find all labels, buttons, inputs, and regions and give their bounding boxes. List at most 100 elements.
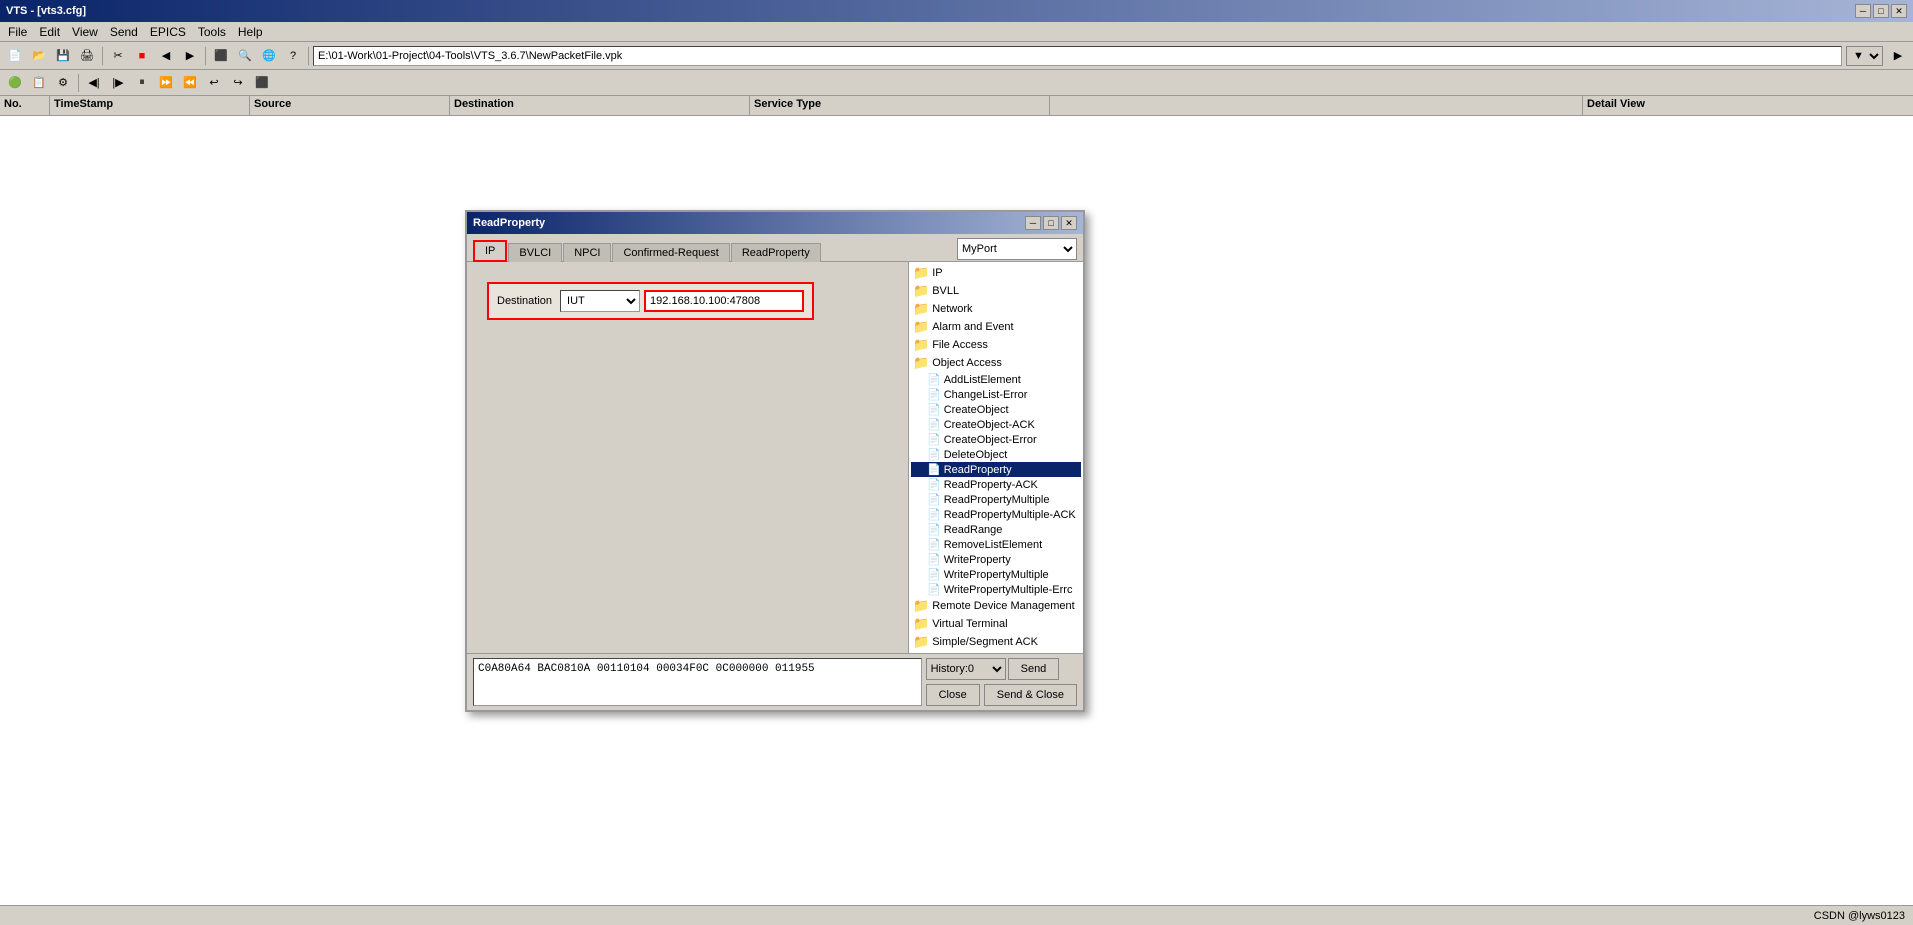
tb2-btn3[interactable]: ⚙ (52, 72, 74, 94)
dialog-bottom: C0A80A64 BAC0810A 00110104 00034F0C 0C00… (467, 653, 1083, 710)
table-header: No. TimeStamp Source Destination Service… (0, 96, 1913, 116)
tree-item[interactable]: 📁Simple/Segment ACK (911, 633, 1081, 651)
tree-item[interactable]: 📄CreateObject-ACK (911, 417, 1081, 432)
tb2-btn5[interactable]: |▶ (107, 72, 129, 94)
tree-item[interactable]: 📄ReadRange (911, 522, 1081, 537)
bottom-right-actions: History:0 Send Close Send & Close (926, 658, 1077, 706)
sep1 (102, 47, 103, 65)
help-btn[interactable]: ? (282, 45, 304, 67)
tb2-btn1[interactable]: 🟢 (4, 72, 26, 94)
minimize-button[interactable]: ─ (1855, 4, 1871, 18)
tab-npci[interactable]: NPCI (563, 243, 611, 262)
menu-send[interactable]: Send (104, 23, 144, 41)
dialog-maximize[interactable]: □ (1043, 216, 1059, 230)
tree-item[interactable]: 📁BVLL (911, 282, 1081, 300)
col-header-dst: Destination (450, 96, 750, 115)
new-btn[interactable]: 📄 (4, 45, 26, 67)
status-watermark: CSDN @lyws0123 (1814, 910, 1905, 922)
close-button[interactable]: Close (926, 684, 980, 706)
address-input[interactable] (313, 46, 1842, 66)
tb2-btn9[interactable]: ↩ (203, 72, 225, 94)
tree-item[interactable]: 📄ReadPropertyMultiple (911, 492, 1081, 507)
tree-item[interactable]: 📁Remote Device Management (911, 597, 1081, 615)
history-select[interactable]: History:0 (926, 658, 1006, 680)
destination-type-select[interactable]: IUT (560, 290, 640, 312)
tb2-btn11[interactable]: ⬛ (251, 72, 273, 94)
tree-item[interactable]: 📁Network (911, 300, 1081, 318)
menu-bar: File Edit View Send EPICS Tools Help (0, 22, 1913, 42)
app-title: VTS - [vts3.cfg] (6, 5, 86, 17)
title-bar: VTS - [vts3.cfg] ─ □ ✕ (0, 0, 1913, 22)
maximize-button[interactable]: □ (1873, 4, 1889, 18)
tab-ip[interactable]: IP (473, 240, 507, 262)
tb2-btn2[interactable]: 📋 (28, 72, 50, 94)
stop-btn[interactable]: ■ (131, 45, 153, 67)
dialog-tabs: IP BVLCI NPCI Confirmed-Request ReadProp… (473, 240, 821, 261)
close-button[interactable]: ✕ (1891, 4, 1907, 18)
tab-bvlci[interactable]: BVLCI (508, 243, 562, 262)
status-bar: CSDN @lyws0123 (0, 905, 1913, 925)
dialog-close[interactable]: ✕ (1061, 216, 1077, 230)
tb2-btn8[interactable]: ⏪ (179, 72, 201, 94)
network-btn[interactable]: 🌐 (258, 45, 280, 67)
tree-item[interactable]: 📄CreateObject (911, 402, 1081, 417)
dialog-minimize[interactable]: ─ (1025, 216, 1041, 230)
tree-item[interactable]: 📄CreateObject-Error (911, 432, 1081, 447)
tree-item[interactable]: 📄WritePropertyMultiple (911, 567, 1081, 582)
col-header-rest (1050, 96, 1583, 115)
tree-item[interactable]: 📄ReadProperty (911, 462, 1081, 477)
tree-item[interactable]: 📁Virtual Terminal (911, 615, 1081, 633)
save-btn[interactable]: 💾 (52, 45, 74, 67)
tree-item[interactable]: 📁Object Access (911, 354, 1081, 372)
tree-item[interactable]: 📄ReadPropertyMultiple-ACK (911, 507, 1081, 522)
tree-body: 📁IP📁BVLL📁Network📁Alarm and Event📁File Ac… (909, 262, 1083, 653)
col-header-no: No. (0, 96, 50, 115)
menu-edit[interactable]: Edit (33, 23, 66, 41)
tree-item[interactable]: 📁IP (911, 264, 1081, 282)
tree-item[interactable]: 📄WriteProperty (911, 552, 1081, 567)
cut-btn[interactable]: ✂ (107, 45, 129, 67)
tree-item[interactable]: 📄ReadProperty-ACK (911, 477, 1081, 492)
forward-btn[interactable]: ▶ (179, 45, 201, 67)
tree-item[interactable]: 📄ChangeList-Error (911, 387, 1081, 402)
tree-item[interactable]: 📄WritePropertyMultiple-Errc (911, 582, 1081, 597)
address-dropdown[interactable]: ▼ (1846, 46, 1883, 66)
read-property-dialog: ReadProperty ─ □ ✕ IP BVLCI NPCI Confirm… (465, 210, 1085, 712)
destination-ip-input[interactable] (644, 290, 804, 312)
dialog-left-panel: Destination IUT (467, 262, 908, 653)
dialog-controls: ─ □ ✕ (1025, 216, 1077, 230)
tb2-btn6[interactable]: ⏸ (131, 72, 153, 94)
capture-btn[interactable]: ⬛ (210, 45, 232, 67)
menu-tools[interactable]: Tools (192, 23, 232, 41)
sep2 (205, 47, 206, 65)
destination-row: Destination IUT (487, 282, 814, 320)
back-btn[interactable]: ◀ (155, 45, 177, 67)
menu-help[interactable]: Help (232, 23, 269, 41)
dialog-title: ReadProperty (473, 217, 545, 229)
col-header-src: Source (250, 96, 450, 115)
tab-readproperty[interactable]: ReadProperty (731, 243, 821, 262)
col-header-ts: TimeStamp (50, 96, 250, 115)
tab-confirmed-request[interactable]: Confirmed-Request (612, 243, 729, 262)
port-selector[interactable]: MyPort (957, 238, 1077, 260)
tb2-btn7[interactable]: ⏩ (155, 72, 177, 94)
send-close-button[interactable]: Send & Close (984, 684, 1077, 706)
tree-item[interactable]: 📄AddListElement (911, 372, 1081, 387)
menu-view[interactable]: View (66, 23, 104, 41)
tree-item[interactable]: 📄RemoveListElement (911, 537, 1081, 552)
menu-epics[interactable]: EPICS (144, 23, 192, 41)
tree-item[interactable]: 📁Alarm and Event (911, 318, 1081, 336)
send-button[interactable]: Send (1008, 658, 1060, 680)
sep3 (308, 47, 309, 65)
filter-btn[interactable]: 🔍 (234, 45, 256, 67)
action-row: Close Send & Close (926, 684, 1077, 706)
print-btn[interactable]: 🖨 (76, 45, 98, 67)
tb2-btn4[interactable]: ◀| (83, 72, 105, 94)
toolbar-1: 📄 📂 💾 🖨 ✂ ■ ◀ ▶ ⬛ 🔍 🌐 ? ▼ ▶ (0, 42, 1913, 70)
menu-file[interactable]: File (2, 23, 33, 41)
tree-item[interactable]: 📁File Access (911, 336, 1081, 354)
go-btn[interactable]: ▶ (1887, 45, 1909, 67)
tb2-btn10[interactable]: ↪ (227, 72, 249, 94)
tree-item[interactable]: 📄DeleteObject (911, 447, 1081, 462)
open-btn[interactable]: 📂 (28, 45, 50, 67)
